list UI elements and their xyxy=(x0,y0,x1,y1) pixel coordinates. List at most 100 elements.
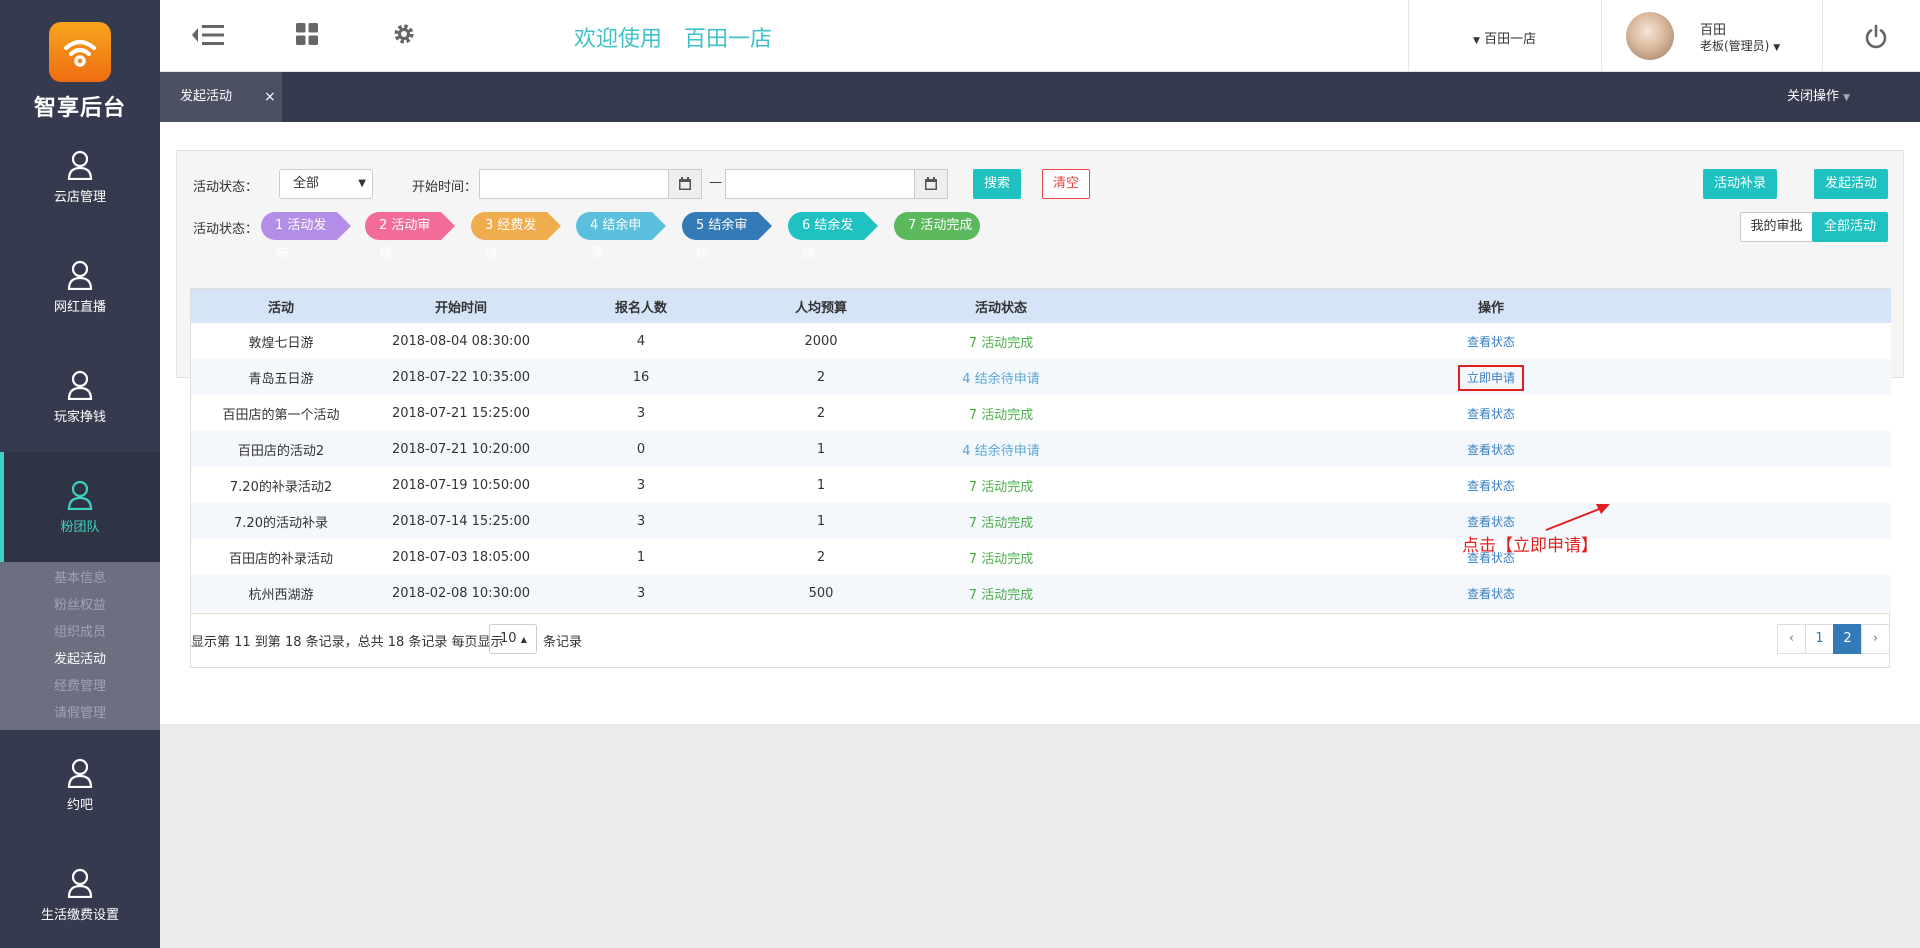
view-status-link[interactable]: 查看状态 xyxy=(1467,587,1515,601)
activity-name: 百田店的补录活动 xyxy=(228,551,333,567)
sidebar-item-label: 云店管理 xyxy=(53,189,106,205)
sidebar-item-label: 粉团队 xyxy=(60,519,100,535)
view-status-link[interactable]: 查看状态 xyxy=(1467,515,1515,529)
column-header: 活动 xyxy=(267,300,294,316)
end-date-input[interactable] xyxy=(725,169,915,199)
start-time: 2018-07-19 10:50:00 xyxy=(391,477,531,493)
welcome-text: 欢迎使用 百田一店 xyxy=(574,21,772,53)
view-status-link[interactable]: 查看状态 xyxy=(1467,479,1515,493)
caret-down-icon: ▼ xyxy=(358,178,366,189)
start-date-input[interactable] xyxy=(479,169,669,199)
column-header: 活动状态 xyxy=(974,300,1027,316)
search-button[interactable]: 搜索 xyxy=(973,169,1021,199)
user-name: 百田 xyxy=(1700,23,1727,38)
sidebar-item[interactable]: 云店管理 xyxy=(0,122,160,232)
view-status-link[interactable]: 查看状态 xyxy=(1467,335,1515,349)
caret-up-icon: ▲ xyxy=(520,635,527,644)
clear-button[interactable]: 清空 xyxy=(1042,169,1090,199)
budget-per-person: 500 xyxy=(808,585,834,601)
table-row: 7.20的活动补录 2018-07-14 15:25:00 3 1 7 活动完成 查看状态 xyxy=(191,503,1891,539)
budget-per-person: 2 xyxy=(816,405,826,421)
sub-nav-item[interactable]: 粉丝权益 xyxy=(0,592,160,619)
status-select[interactable]: 全部 ▼ xyxy=(279,169,373,199)
grid-icon[interactable] xyxy=(295,22,319,50)
brand-name: 智享后台 xyxy=(33,96,126,121)
signup-count: 3 xyxy=(636,477,646,493)
sidebar-item[interactable]: 网红直播 xyxy=(0,232,160,342)
pagination-info: 显示第 11 到第 18 条记录，总共 18 条记录 每页显示 xyxy=(191,635,504,650)
sub-nav-item[interactable]: 经费管理 xyxy=(0,673,160,700)
tab-bar: 发起活动 × 关闭操作 ▼ xyxy=(160,72,1920,122)
sidebar-item[interactable]: 粉团队 xyxy=(0,452,160,562)
operation-cell: 查看状态 xyxy=(1091,575,1891,611)
date-range-dash: — xyxy=(709,175,722,190)
sidebar-item[interactable]: 生活缴费设置 xyxy=(0,840,160,948)
user-icon xyxy=(67,370,93,400)
calendar-icon[interactable] xyxy=(668,169,702,199)
tab-label: 发起活动 xyxy=(180,89,233,104)
activity-status: 4 结余待申请 xyxy=(962,371,1040,387)
all-activities-button[interactable]: 全部活动 xyxy=(1812,212,1888,242)
activity-status: 7 活动完成 xyxy=(968,551,1034,567)
signup-count: 1 xyxy=(636,549,646,565)
gear-icon[interactable] xyxy=(392,22,416,50)
avatar[interactable] xyxy=(1626,12,1674,60)
close-operations-dropdown[interactable]: 关闭操作 ▼ xyxy=(1787,72,1850,123)
view-status-link[interactable]: 查看状态 xyxy=(1467,443,1515,457)
operation-cell: 查看状态 xyxy=(1091,467,1891,503)
main-content: 活动状态： 全部 ▼ 开始时间： — 搜索 清空 活动补录 发起活动 活动状态： … xyxy=(160,122,1920,724)
page-button[interactable]: 1 xyxy=(1805,624,1834,654)
next-page-button[interactable]: › xyxy=(1861,624,1890,654)
close-operations-label: 关闭操作 xyxy=(1787,89,1840,104)
activity-status: 7 活动完成 xyxy=(968,407,1034,423)
activity-status: 7 活动完成 xyxy=(968,515,1034,531)
start-time: 2018-07-14 15:25:00 xyxy=(391,513,531,529)
user-role-dropdown[interactable]: 老板(管理员) ▼ xyxy=(1700,37,1780,54)
brand-logo[interactable]: 智享后台 xyxy=(0,0,160,122)
launch-activity-button[interactable]: 发起活动 xyxy=(1814,169,1888,199)
budget-per-person: 2 xyxy=(816,369,826,385)
power-icon[interactable] xyxy=(1864,24,1888,54)
budget-per-person: 2000 xyxy=(804,333,838,349)
activity-name: 7.20的活动补录 xyxy=(234,515,328,531)
sub-nav-item[interactable]: 基本信息 xyxy=(0,565,160,592)
operation-cell: 立即申请 xyxy=(1091,359,1891,395)
sidebar-item[interactable]: 玩家挣钱 xyxy=(0,342,160,452)
start-time: 2018-02-08 10:30:00 xyxy=(391,585,531,601)
page-size-value: 10 xyxy=(500,631,517,646)
my-approval-button[interactable]: 我的审批 xyxy=(1740,212,1813,242)
wifi-logo-icon xyxy=(49,22,111,82)
operation-cell: 查看状态 xyxy=(1091,431,1891,467)
status-step: 7 活动完成 xyxy=(894,212,980,240)
close-tab-icon[interactable]: × xyxy=(264,72,276,122)
budget-per-person: 1 xyxy=(816,477,826,493)
store-dropdown[interactable]: ▼ 百田一店 xyxy=(1473,28,1536,47)
user-icon xyxy=(67,260,93,290)
collapse-menu-icon[interactable] xyxy=(190,22,228,52)
divider xyxy=(1822,0,1823,72)
activity-status: 7 活动完成 xyxy=(968,479,1034,495)
activity-status: 7 活动完成 xyxy=(968,587,1034,603)
table-footer: 显示第 11 到第 18 条记录，总共 18 条记录 每页显示 10 ▲ 条记录… xyxy=(191,613,1890,667)
steps-label: 活动状态： xyxy=(193,222,259,237)
sidebar-item-label: 约吧 xyxy=(66,797,93,813)
sub-nav-item[interactable]: 发起活动 xyxy=(0,646,160,673)
view-status-link[interactable]: 查看状态 xyxy=(1467,407,1515,421)
page-button-active[interactable]: 2 xyxy=(1833,624,1862,654)
status-step: 4 结余申请 xyxy=(576,212,666,261)
column-header: 操作 xyxy=(1477,300,1504,316)
start-time: 2018-08-04 08:30:00 xyxy=(391,333,531,349)
apply-now-link[interactable]: 立即申请 xyxy=(1457,364,1524,391)
activity-name: 7.20的补录活动2 xyxy=(229,479,333,495)
annotation-arrow xyxy=(1545,504,1610,531)
sidebar-item[interactable]: 约吧 xyxy=(0,730,160,840)
operation-cell: 查看状态 xyxy=(1091,323,1891,359)
calendar-icon[interactable] xyxy=(914,169,948,199)
supplement-activity-button[interactable]: 活动补录 xyxy=(1703,169,1777,199)
sub-nav-item[interactable]: 请假管理 xyxy=(0,700,160,727)
prev-page-button[interactable]: ‹ xyxy=(1777,624,1806,654)
status-step: 6 结余发放 xyxy=(788,212,878,261)
sub-nav-item[interactable]: 组织成员 xyxy=(0,619,160,646)
page-size-select[interactable]: 10 ▲ xyxy=(489,624,537,654)
user-icon xyxy=(67,480,93,510)
